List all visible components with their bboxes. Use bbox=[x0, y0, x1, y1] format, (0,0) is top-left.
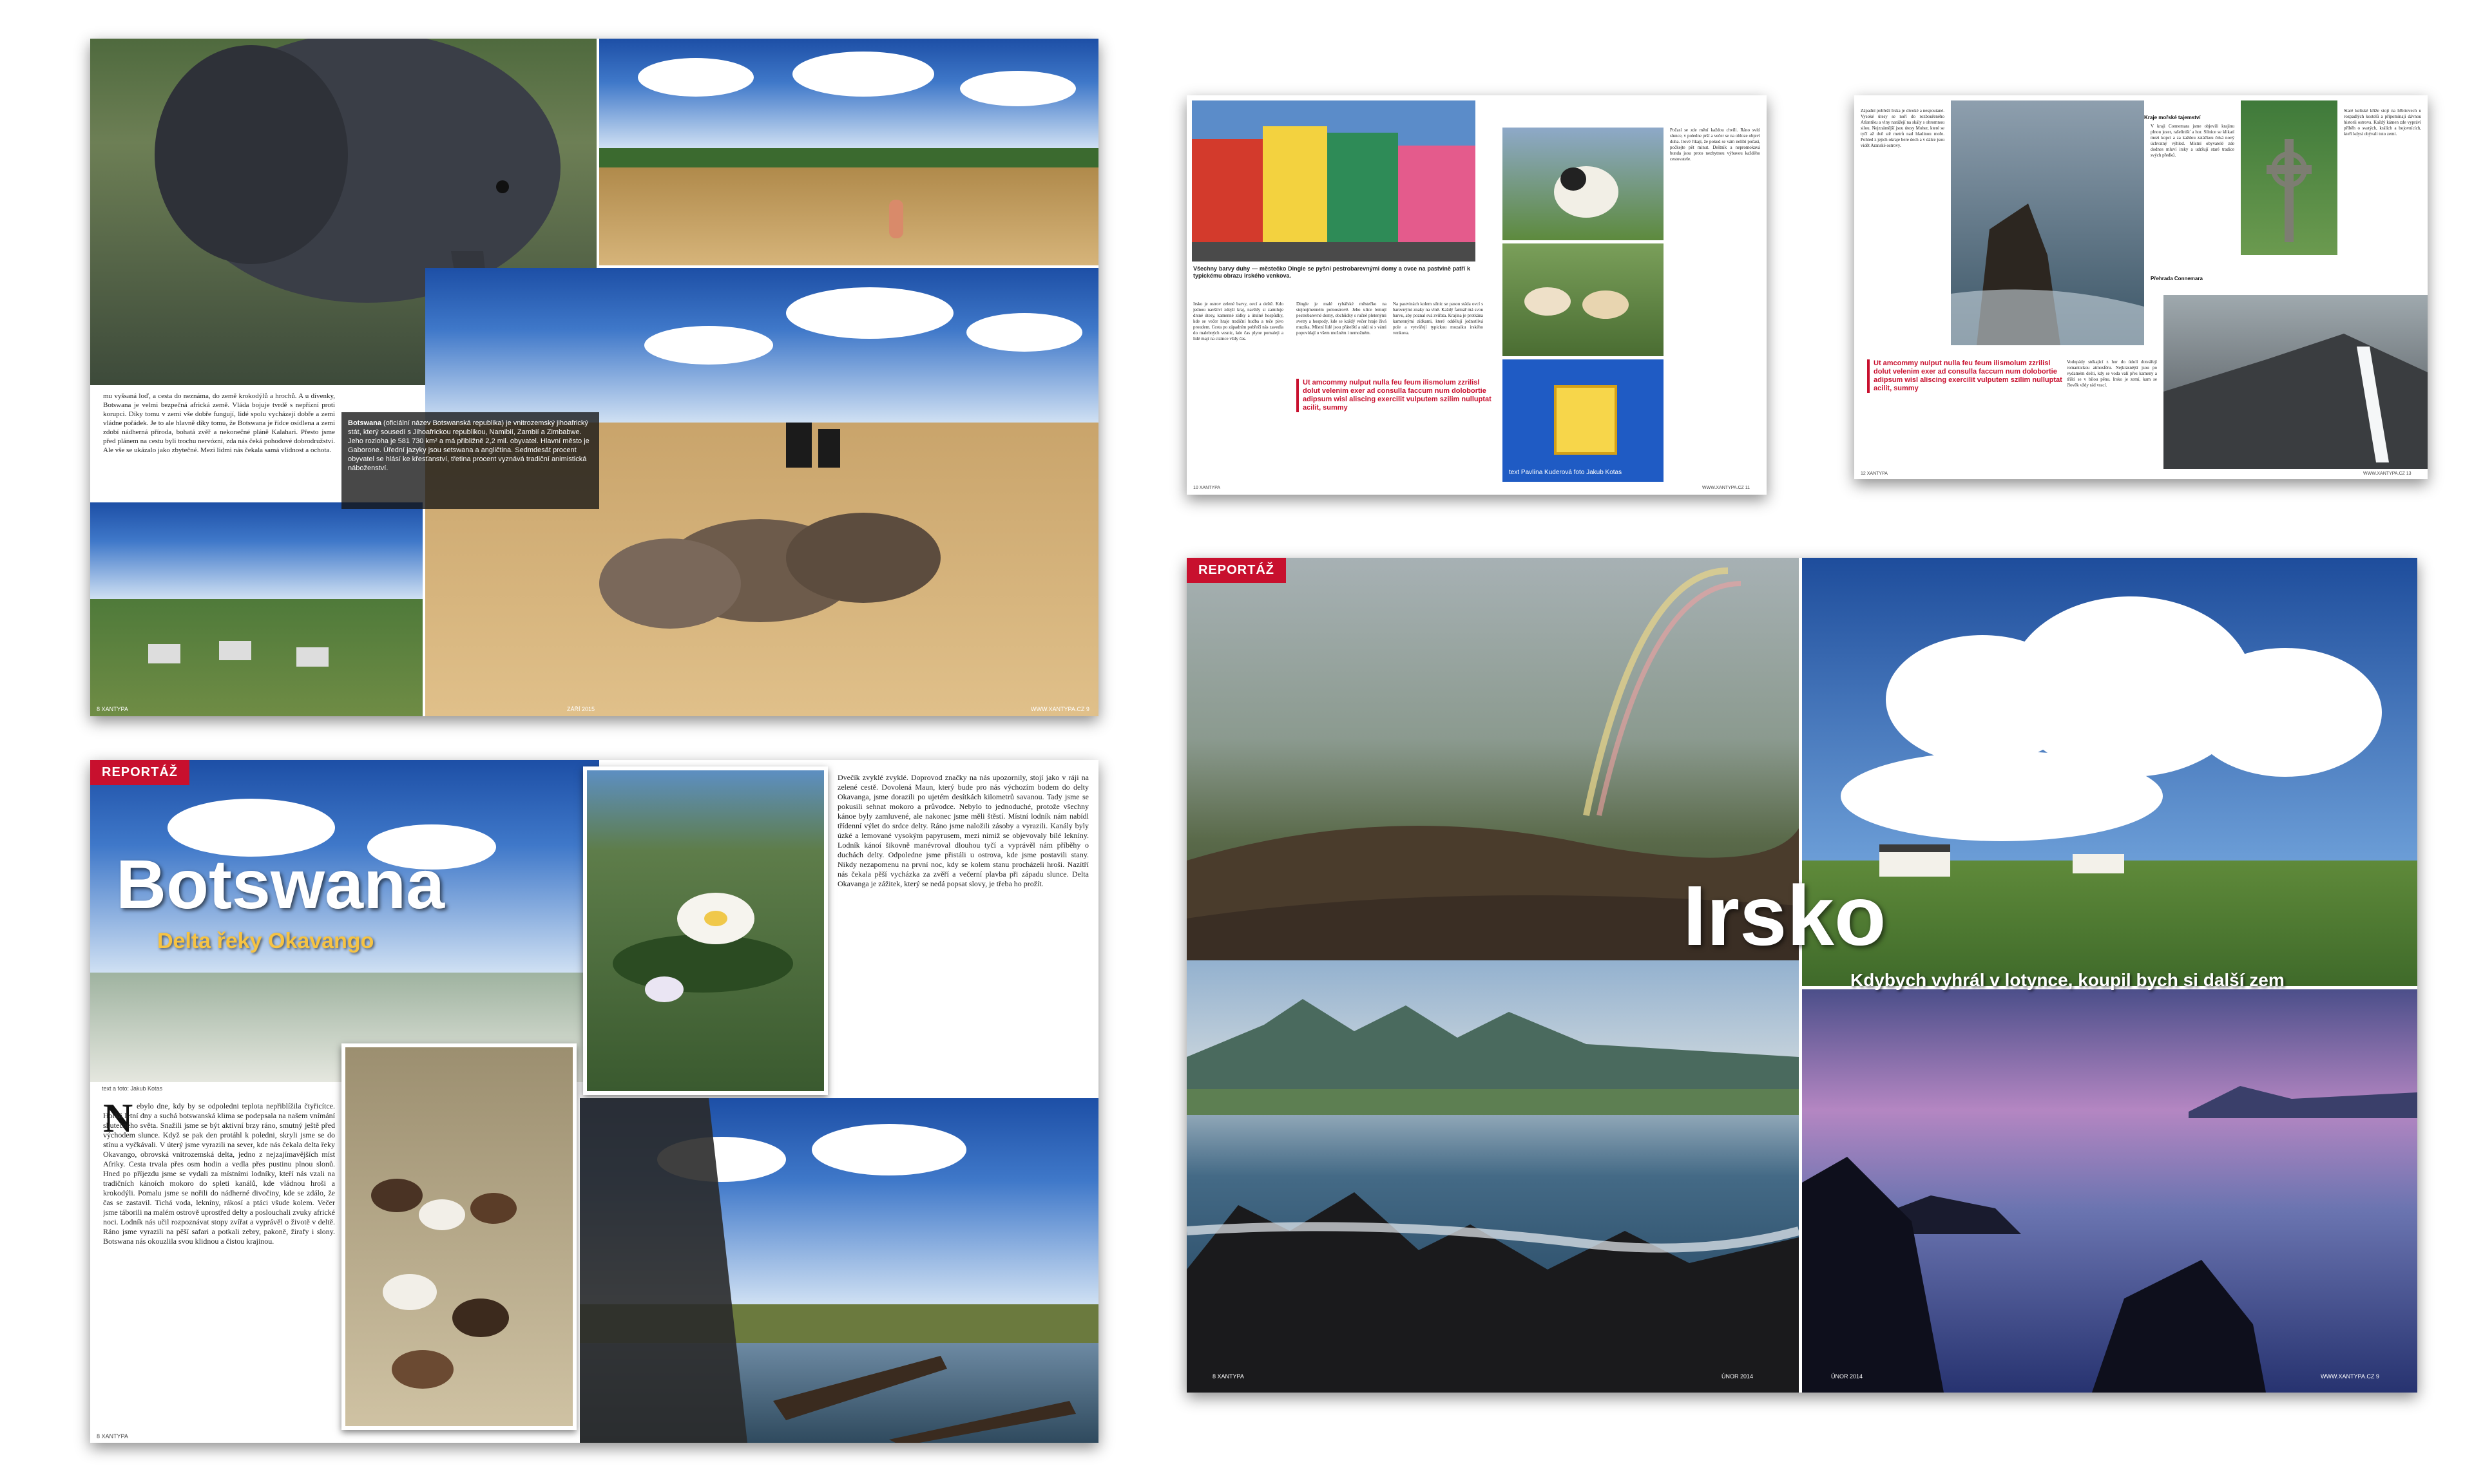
dingle-caption: Všechny barvy duhy — městečko Dingle se … bbox=[1193, 265, 1470, 279]
folio-right: WWW.XANTYPA.CZ 11 bbox=[1702, 486, 1750, 490]
article-column-2: Dingle je malé rybářské městečko na stej… bbox=[1296, 301, 1386, 336]
folio-left: 12 XANTYPA bbox=[1861, 471, 1888, 476]
cows-photo bbox=[1502, 243, 1664, 356]
article-column-3: Staré keltské kříže stojí na hřbitovech … bbox=[2344, 108, 2421, 137]
article-column-4: Vodopády stékající z hor do údolí dotvář… bbox=[2067, 359, 2157, 388]
spread-botswana-bottom: REPORTÁŽ Botswana Delta řeky Okavango te… bbox=[90, 760, 1098, 1443]
sheep-photo bbox=[1502, 128, 1664, 240]
info-box-text: (oficiální název Botswanská republika) j… bbox=[348, 419, 590, 472]
photo-credit: text Pavlína Kuderová foto Jakub Kotas bbox=[1509, 469, 1622, 476]
pull-quote: Ut amcommy nulput nulla feu feum ilismol… bbox=[1867, 359, 2067, 393]
folio-right: WWW.XANTYPA.CZ 9 bbox=[2321, 1373, 2379, 1380]
article-credit: text a foto: Jakub Kotas bbox=[102, 1085, 163, 1092]
coast-rocks-photo bbox=[1187, 960, 1799, 1393]
pull-quote: Ut amcommy nulput nulla feu feum ilismol… bbox=[1296, 379, 1496, 412]
dusk-cliffs-photo bbox=[1802, 989, 2417, 1393]
irsko-title: Irsko bbox=[1683, 868, 1886, 963]
clouds-farmhouse-photo bbox=[1802, 558, 2417, 986]
botswana-info-box: Botswana (oficiální název Botswanská rep… bbox=[341, 412, 599, 509]
botswana-body-right: Dvečík zvyklé zvyklé. Doprovod značky na… bbox=[838, 773, 1089, 888]
folio-left: 8 XANTYPA bbox=[97, 706, 128, 712]
river-photo bbox=[599, 39, 1098, 265]
blue-window-photo bbox=[1502, 359, 1664, 482]
water-lily-photo bbox=[583, 766, 828, 1095]
folio-date: ZÁŘÍ 2015 bbox=[567, 706, 595, 712]
reportaz-tag: REPORTÁŽ bbox=[90, 760, 189, 785]
spread-ireland-cliffs: Ut amcommy nulput nulla feu feum ilismol… bbox=[1854, 95, 2428, 479]
spread-ireland-dingle: Všechny barvy duhy — městečko Dingle se … bbox=[1187, 95, 1767, 495]
folio-left: 10 XANTYPA bbox=[1193, 486, 1220, 490]
section-heading-2: Přehrada Connemara bbox=[2151, 276, 2203, 281]
info-box-lead: Botswana bbox=[348, 419, 381, 427]
article-column-2: V kraji Connemara jsme objevili krajinu … bbox=[2151, 124, 2234, 158]
spread-irsko: REPORTÁŽ Irsko Kdybych vyhrál v lotynce, bbox=[1187, 558, 2417, 1393]
botswana-body-left: ebylo dne, kdy by se odpoledni teplota n… bbox=[103, 1101, 335, 1246]
irsko-subtitle: Kdybych vyhrál v lotynce, koupil bych si… bbox=[1850, 970, 2285, 990]
article-column-1: Západní pobřeží Irska je divoké a nespou… bbox=[1861, 108, 1944, 148]
botswana-subtitle: Delta řeky Okavango bbox=[157, 929, 374, 953]
goats-photo bbox=[341, 1043, 577, 1430]
folio-left: 8 XANTYPA bbox=[1213, 1373, 1244, 1380]
celtic-cross-photo bbox=[2241, 100, 2337, 255]
water-lily-illustration bbox=[613, 893, 793, 1002]
folio-date-left: ÚNOR 2014 bbox=[1721, 1373, 1754, 1380]
folio-right: WWW.XANTYPA.CZ 9 bbox=[1031, 706, 1089, 712]
folio-left: 8 XANTYPA bbox=[97, 1433, 128, 1440]
mokoro-boats-photo bbox=[580, 1098, 1098, 1443]
section-heading-1: Kraje mořské tajemství bbox=[2144, 115, 2201, 120]
waterfall-photo bbox=[2163, 295, 2428, 469]
zebras-photo bbox=[90, 502, 423, 716]
reportaz-tag: REPORTÁŽ bbox=[1187, 558, 1286, 583]
botswana-title: Botswana bbox=[116, 845, 445, 923]
sea-cliffs-photo bbox=[1951, 100, 2144, 345]
dingle-street-photo bbox=[1192, 100, 1475, 262]
folio-right: WWW.XANTYPA.CZ 13 bbox=[2363, 471, 2412, 476]
article-column-1: Irsko je ostrov zelené barvy, ovcí a deš… bbox=[1193, 301, 1283, 341]
botswana-intro-text: mu vyšsaná loď, a cesta do neznáma, do z… bbox=[103, 392, 335, 454]
spread-botswana-top: mu vyšsaná loď, a cesta do neznáma, do z… bbox=[90, 39, 1098, 716]
folio-date-right: ÚNOR 2014 bbox=[1831, 1373, 1863, 1380]
article-column-4: Počasí se zde mění každou chvíli. Ráno s… bbox=[1670, 128, 1760, 162]
article-column-3: Na pastvinách kolem silnic se pasou stád… bbox=[1393, 301, 1483, 336]
